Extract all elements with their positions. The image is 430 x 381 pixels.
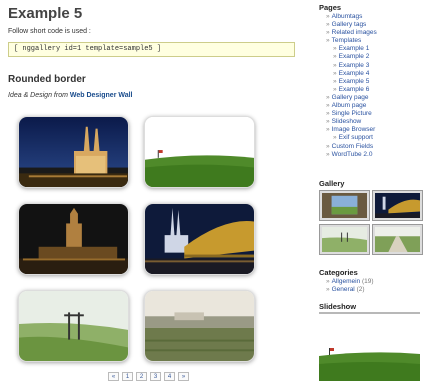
cathedral-night-image xyxy=(19,117,128,187)
page-link-album-page[interactable]: » Album page xyxy=(319,102,377,110)
credit-line: Idea & Design from Web Designer Wall xyxy=(8,92,133,99)
slideshow-heading: Slideshow xyxy=(319,302,357,311)
pager-page-3[interactable]: 3 xyxy=(150,372,161,381)
gallery-thumbnail-5[interactable] xyxy=(18,290,129,362)
category-allgemein[interactable]: » Allgemein (19) xyxy=(319,278,374,286)
gallery-thumbnail-6[interactable] xyxy=(144,290,255,362)
field-village-image xyxy=(145,291,254,361)
page-title: Example 5 xyxy=(8,5,83,22)
sidebar-gallery-thumb-1[interactable] xyxy=(319,190,370,221)
bridge-night-image xyxy=(375,193,420,218)
meadow-pylon-image xyxy=(19,291,128,361)
page-link-templates[interactable]: » Templates xyxy=(319,37,377,45)
category-general[interactable]: » General (2) xyxy=(319,286,374,294)
page-link-albumtags[interactable]: » Albumtags xyxy=(319,13,377,21)
gallery-thumbnail-1[interactable] xyxy=(18,116,129,188)
pager-page-2[interactable]: 2 xyxy=(136,372,147,381)
green-field-image xyxy=(145,117,254,187)
sidebar: Pages » Albumtags » Gallery tags » Related … xyxy=(317,0,430,381)
credit-prefix: Idea & Design from xyxy=(8,92,68,99)
page-link-example-2[interactable]: » Example 2 xyxy=(319,53,377,61)
slideshow-field-image xyxy=(319,334,420,381)
page-link-custom-fields[interactable]: » Custom Fields xyxy=(319,143,377,151)
pager-page-4[interactable]: 4 xyxy=(164,372,175,381)
gallery-thumbnail-2[interactable] xyxy=(144,116,255,188)
slideshow-frame[interactable] xyxy=(319,334,420,381)
page-link-example-4[interactable]: » Example 4 xyxy=(319,70,377,78)
page-link-related-images[interactable]: » Related images xyxy=(319,29,377,37)
page-link-slideshow[interactable]: » Slideshow xyxy=(319,118,377,126)
sidebar-gallery-thumb-2[interactable] xyxy=(372,190,423,221)
page-link-example-5[interactable]: » Example 5 xyxy=(319,78,377,86)
gallery-thumbnail-4[interactable] xyxy=(144,203,255,275)
page-link-example-6[interactable]: » Example 6 xyxy=(319,86,377,94)
cathedral-dusk-image xyxy=(19,204,128,274)
sidebar-gallery-thumb-3[interactable] xyxy=(319,224,370,255)
sidebar-gallery-thumb-4[interactable] xyxy=(372,224,423,255)
meadow-image xyxy=(322,227,367,252)
pager-next[interactable]: » xyxy=(178,372,189,381)
country-road-image xyxy=(375,227,420,252)
intro-text: Follow short code is used : xyxy=(8,28,91,35)
gallery-heading: Gallery xyxy=(319,179,345,188)
page-link-example-3[interactable]: » Example 3 xyxy=(319,62,377,70)
credit-link[interactable]: Web Designer Wall xyxy=(70,92,133,99)
page-link-image-browser[interactable]: » Image Browser xyxy=(319,126,377,134)
pager-page-1[interactable]: 1 xyxy=(122,372,133,381)
categories-list: » Allgemein (19) » General (2) xyxy=(319,278,374,294)
pagination: « 1 2 3 4 » xyxy=(108,372,189,381)
page-link-gallery-page[interactable]: » Gallery page xyxy=(319,94,377,102)
gallery-thumbnail-3[interactable] xyxy=(18,203,129,275)
page-link-example-1[interactable]: » Example 1 xyxy=(319,45,377,53)
pages-list: » Albumtags » Gallery tags » Related images… xyxy=(319,13,377,159)
page-link-wordtube[interactable]: » WordTube 2.0 xyxy=(319,151,377,159)
pager-prev[interactable]: « xyxy=(108,372,119,381)
categories-heading: Categories xyxy=(319,268,358,277)
page-link-gallery-tags[interactable]: » Gallery tags xyxy=(319,21,377,29)
section-subtitle: Rounded border xyxy=(8,74,86,85)
window-view-image xyxy=(322,193,367,218)
page-link-single-picture[interactable]: » Single Picture xyxy=(319,110,377,118)
pages-heading: Pages xyxy=(319,3,342,12)
shortcode-box: [ nggallery id=1 template=sample5 ] xyxy=(8,42,295,57)
bridge-cathedral-image xyxy=(145,204,254,274)
slideshow-divider xyxy=(319,312,420,314)
main-content: Example 5 Follow short code is used : [ … xyxy=(8,0,308,381)
page-link-exif-support[interactable]: » Exif support xyxy=(319,134,377,142)
